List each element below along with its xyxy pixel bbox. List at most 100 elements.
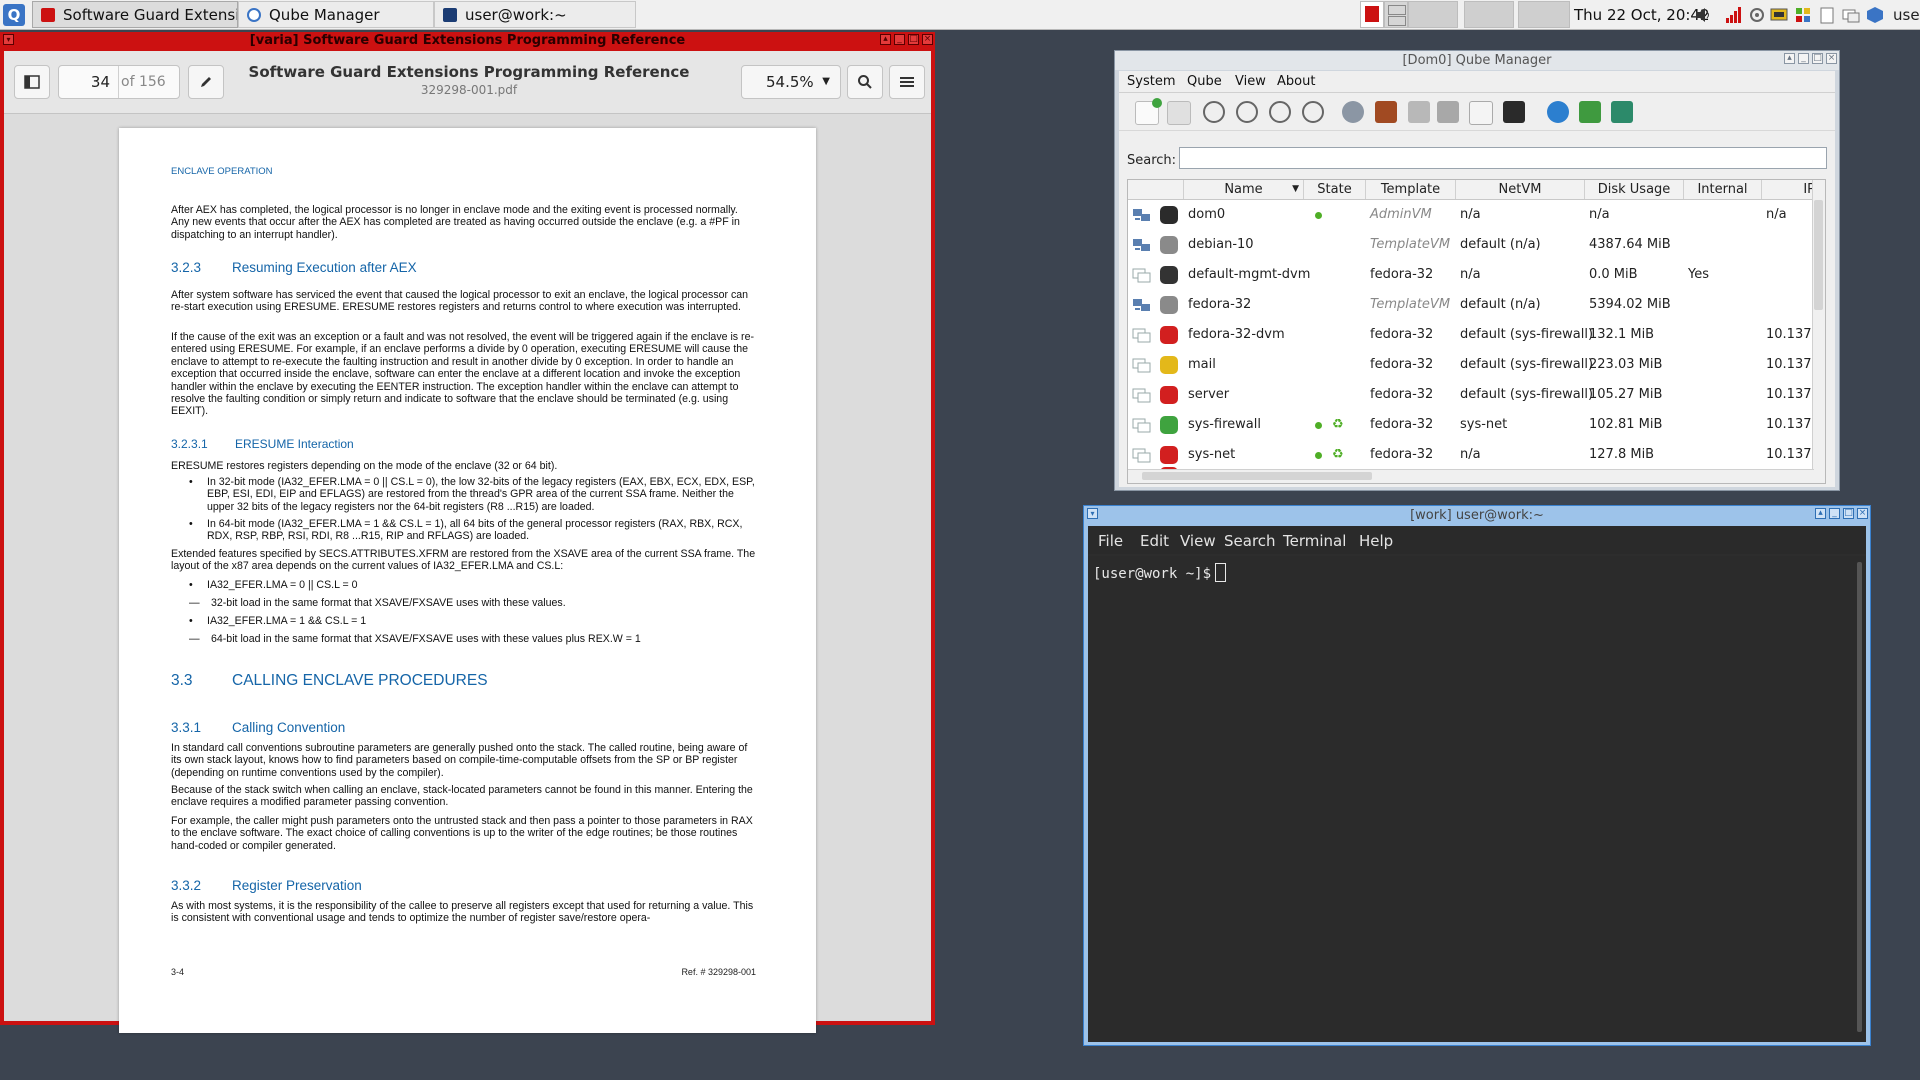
workspace-1[interactable] (1360, 1, 1384, 28)
terminal-icon[interactable] (1503, 101, 1525, 123)
text-cursor (1215, 563, 1227, 582)
menu-search[interactable]: Search (1224, 532, 1276, 550)
section-number: 3.2.3.1 (171, 437, 208, 451)
backup-qubes-icon[interactable] (1579, 101, 1601, 123)
cell-name: server (1188, 387, 1230, 402)
display-icon[interactable] (1842, 6, 1860, 24)
table-row[interactable]: mail fedora-32 default (sys-firewall) 223.0… (1128, 350, 1814, 380)
sidebar-toggle-button[interactable] (14, 65, 50, 99)
menu-view[interactable]: View (1180, 532, 1216, 550)
column-header-netvm[interactable]: NetVM (1456, 180, 1585, 199)
table-row[interactable]: default-mgmt-dvm fedora-32 n/a 0.0 MiB Yes (1128, 260, 1814, 290)
update-icon[interactable] (1437, 101, 1459, 123)
cell-netvm: default (sys-firewall) (1460, 357, 1594, 372)
annotate-button[interactable] (188, 65, 224, 99)
table-row[interactable]: server fedora-32 default (sys-firewall) 105… (1128, 380, 1814, 410)
window-title[interactable]: [varia] Software Guard Extensions Progra… (0, 32, 935, 49)
updates-icon[interactable] (1748, 6, 1766, 24)
column-header-template[interactable]: Template (1366, 180, 1456, 199)
logs-icon[interactable] (1469, 101, 1493, 125)
global-settings-icon[interactable] (1547, 101, 1569, 123)
menu-view[interactable]: View (1235, 74, 1266, 89)
menu-system[interactable]: System (1127, 74, 1175, 89)
minimize-button[interactable]: _ (894, 34, 905, 45)
vertical-scrollbar[interactable] (1812, 180, 1825, 483)
firewall-icon[interactable] (1375, 101, 1397, 123)
task-pdf-viewer[interactable]: Software Guard Extensi... (32, 1, 238, 28)
column-header-disk-usage[interactable]: Disk Usage (1585, 180, 1684, 199)
horizontal-scrollbar[interactable] (1128, 469, 1814, 483)
shutdown-qube-icon[interactable] (1269, 101, 1291, 123)
create-qube-icon[interactable] (1135, 98, 1162, 125)
current-page[interactable]: 34 (59, 66, 119, 98)
restore-qubes-icon[interactable] (1611, 101, 1633, 123)
window-title[interactable]: [Dom0] Qube Manager (1115, 51, 1839, 70)
clock[interactable]: Thu 22 Oct, 20:42 (1574, 0, 1710, 30)
bullet-icon: • (189, 579, 193, 591)
menu-terminal[interactable]: Terminal (1283, 532, 1346, 550)
current-user[interactable]: user (1893, 0, 1920, 30)
menu-about[interactable]: About (1277, 74, 1315, 89)
backup-icon[interactable] (1408, 101, 1430, 123)
maximize-button[interactable]: □ (1812, 53, 1823, 64)
qubes-menu-icon[interactable]: Q (3, 4, 25, 26)
table-row[interactable]: fedora-32-dvm fedora-32 default (sys-firew… (1128, 320, 1814, 350)
qubes-domains-icon[interactable] (1866, 6, 1884, 24)
column-header-internal[interactable]: Internal (1684, 180, 1762, 199)
cell-netvm: default (sys-firewall) (1460, 387, 1594, 402)
section-title: ERESUME Interaction (235, 437, 354, 451)
minimize-button[interactable]: _ (1798, 53, 1809, 64)
terminal-screen[interactable]: [user@work ~]$ (1088, 556, 1866, 1042)
remove-qube-icon[interactable] (1167, 101, 1191, 125)
settings-icon[interactable] (1342, 101, 1364, 123)
table-row[interactable]: dom0 AdminVM n/a n/a n/a (1128, 200, 1814, 230)
search-input[interactable] (1179, 147, 1827, 169)
workspace-5[interactable] (1518, 1, 1570, 28)
scrollbar-thumb[interactable] (1814, 200, 1823, 310)
maximize-button[interactable]: □ (908, 34, 919, 45)
column-header-state[interactable]: State (1304, 180, 1366, 199)
task-terminal[interactable]: user@work:~ (434, 1, 636, 28)
column-header-name[interactable]: Name ▼ (1184, 180, 1304, 199)
task-label: Qube Manager (269, 6, 380, 24)
devices-icon[interactable] (1770, 6, 1788, 24)
close-button[interactable]: × (1857, 508, 1868, 519)
cell-ip: 10.137 (1766, 447, 1812, 462)
window-title[interactable]: [work] user@work:~ (1084, 506, 1870, 525)
menu-file[interactable]: File (1098, 532, 1123, 550)
workspace-4[interactable] (1464, 1, 1514, 28)
shade-button[interactable]: ▴ (880, 34, 891, 45)
volume-icon[interactable] (1694, 6, 1712, 24)
table-row[interactable]: sys-net fedora-32 n/a 127.8 MiB 10.137 ♻ (1128, 440, 1814, 470)
pause-qube-icon[interactable] (1236, 101, 1258, 123)
domains-icon[interactable] (1794, 6, 1812, 24)
maximize-button[interactable]: □ (1843, 508, 1854, 519)
vertical-scrollbar[interactable] (1857, 562, 1862, 1032)
table-row[interactable]: sys-firewall fedora-32 sys-net 102.81 MiB 10… (1128, 410, 1814, 440)
clipboard-icon[interactable] (1818, 6, 1836, 24)
menu-button[interactable] (889, 65, 925, 99)
shade-button[interactable]: ▴ (1784, 53, 1795, 64)
minimize-button[interactable]: _ (1829, 508, 1840, 519)
zoom-select[interactable]: 54.5% ▼ (741, 65, 841, 99)
start-qube-icon[interactable] (1203, 101, 1225, 123)
workspace-2[interactable] (1384, 1, 1408, 28)
restart-qube-icon[interactable] (1302, 101, 1324, 123)
table-row[interactable]: fedora-32 TemplateVM default (n/a) 5394.02 … (1128, 290, 1814, 320)
column-header-type[interactable] (1128, 180, 1184, 199)
search-button[interactable] (847, 65, 883, 99)
scrollbar-thumb[interactable] (1142, 472, 1372, 480)
shade-button[interactable]: ▴ (1815, 508, 1826, 519)
close-button[interactable]: × (1826, 53, 1837, 64)
table-row[interactable]: debian-10 TemplateVM default (n/a) 4387.64 … (1128, 230, 1814, 260)
menu-help[interactable]: Help (1359, 532, 1393, 550)
menu-edit[interactable]: Edit (1140, 532, 1169, 550)
page-number-field[interactable]: 34 of 156 (58, 65, 180, 99)
terminal-window: ▾ [work] user@work:~ ▴ _ □ × File Edit V… (1083, 505, 1871, 1046)
close-button[interactable]: × (922, 34, 933, 45)
workspace-3[interactable] (1408, 1, 1458, 28)
appvm-type-icon (1132, 357, 1152, 373)
network-signal-icon[interactable] (1724, 6, 1742, 24)
task-qube-manager[interactable]: Qube Manager (238, 1, 434, 28)
menu-qube[interactable]: Qube (1187, 74, 1222, 89)
